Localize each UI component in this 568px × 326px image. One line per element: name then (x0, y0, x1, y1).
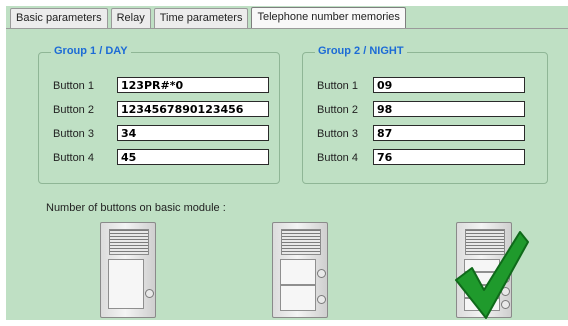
group-day-button-2-input[interactable]: 1234567890123456 (117, 101, 269, 117)
group-night: Group 2 / NIGHT Button 1 09 Button 2 98 … (302, 45, 548, 184)
group-day-title: Group 1 / DAY (51, 45, 131, 57)
tab-divider (6, 28, 568, 29)
group-day-button-4-label: Button 4 (53, 152, 94, 164)
group-day: Group 1 / DAY Button 1 123PR#*0 Button 2… (38, 45, 280, 184)
group-day-button-3-label: Button 3 (53, 128, 94, 140)
module-option-2-buttons[interactable] (272, 222, 328, 318)
group-day-button-1-input[interactable]: 123PR#*0 (117, 77, 269, 93)
group-day-button-1-label: Button 1 (53, 80, 94, 92)
group-night-title: Group 2 / NIGHT (315, 45, 407, 57)
group-day-button-3-input[interactable]: 34 (117, 125, 269, 141)
group-night-button-4-label: Button 4 (317, 152, 358, 164)
group-day-row-3: Button 3 34 (39, 125, 279, 143)
tab-relay[interactable]: Relay (110, 8, 151, 28)
group-night-button-3-label: Button 3 (317, 128, 358, 140)
module-buttons-count-label: Number of buttons on basic module : (46, 202, 226, 214)
group-day-row-1: Button 1 123PR#*0 (39, 77, 279, 95)
group-night-row-1: Button 1 09 (303, 77, 547, 95)
group-day-row-4: Button 4 45 (39, 149, 279, 167)
group-night-button-1-input[interactable]: 09 (373, 77, 525, 93)
group-day-button-4-input[interactable]: 45 (117, 149, 269, 165)
speaker-grille-icon (109, 229, 149, 255)
tab-telephone-number-memories[interactable]: Telephone number memories (251, 7, 406, 28)
selected-checkmark-icon (455, 231, 529, 319)
group-night-button-4-input[interactable]: 76 (373, 149, 525, 165)
name-card (280, 259, 316, 285)
name-card (280, 285, 316, 311)
module-option-1-button[interactable] (100, 222, 156, 318)
group-night-row-4: Button 4 76 (303, 149, 547, 167)
group-day-row-2: Button 2 1234567890123456 (39, 101, 279, 119)
speaker-grille-icon (281, 229, 321, 255)
call-button-icon (145, 289, 154, 298)
tab-time-parameters[interactable]: Time parameters (153, 8, 249, 28)
group-night-button-1-label: Button 1 (317, 80, 358, 92)
group-night-button-3-input[interactable]: 87 (373, 125, 525, 141)
tab-basic-parameters[interactable]: Basic parameters (10, 8, 108, 28)
group-day-button-2-label: Button 2 (53, 104, 94, 116)
group-night-button-2-label: Button 2 (317, 104, 358, 116)
group-night-button-2-input[interactable]: 98 (373, 101, 525, 117)
tab-strip: Basic parameters Relay Time parameters T… (10, 7, 406, 28)
call-button-icon (317, 295, 326, 304)
name-card (108, 259, 144, 309)
call-button-icon (317, 269, 326, 278)
tab-panel: Basic parameters Relay Time parameters T… (6, 6, 568, 320)
group-night-row-3: Button 3 87 (303, 125, 547, 143)
group-night-row-2: Button 2 98 (303, 101, 547, 119)
